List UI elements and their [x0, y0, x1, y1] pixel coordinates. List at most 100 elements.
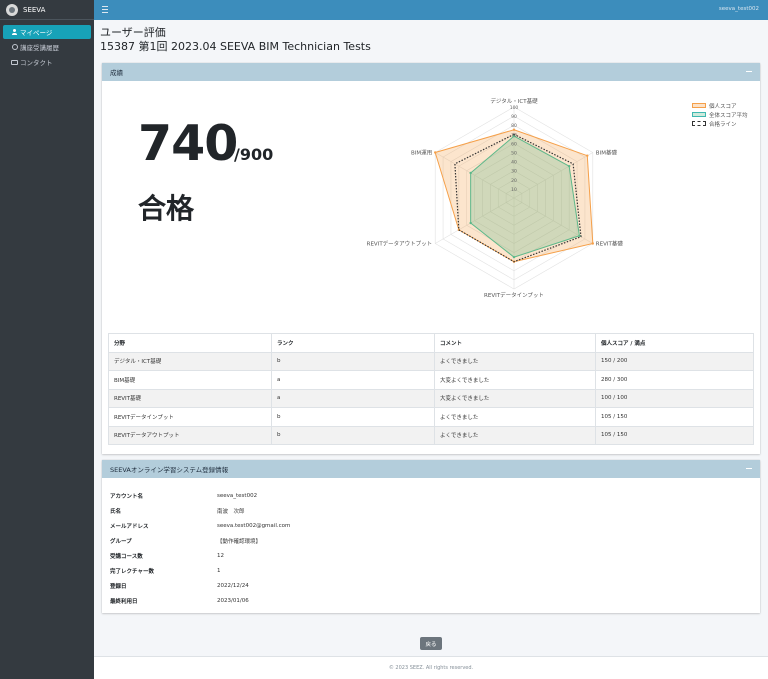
total-score: 740 [138, 115, 238, 172]
legend-label: 合格ライン [709, 121, 737, 128]
info-label: 完了レクチャー数 [110, 568, 154, 575]
page-title: ユーザー評価 [100, 26, 166, 39]
account-info: アカウント名 seeva_test002 氏名 南波 次郎 メールアドレス seeva… [110, 488, 290, 608]
radar-chart: 10 20 30 40 50 60 70 80 90 100デジタル・ICT基礎 BIM基礎 REVI… [367, 97, 624, 299]
mail-icon [11, 59, 18, 65]
info-row: 受講コース数 12 [110, 548, 290, 563]
info-label: アカウント名 [110, 493, 144, 500]
tick-label: 30 [511, 169, 517, 175]
info-label: 登録日 [110, 583, 127, 590]
info-value: 2023/01/06 [217, 597, 249, 604]
legend-item[interactable]: 個人スコア [692, 101, 748, 110]
info-value: seeva.test002@gmail.com [217, 522, 291, 529]
axis-label: BIM基礎 [596, 149, 618, 157]
table-cell: REVIT基礎 [108, 388, 272, 408]
menu-toggle-icon[interactable] [102, 6, 108, 13]
table-cell: REVITデータアウトプット [108, 425, 272, 445]
back-button[interactable]: 戻る [420, 637, 442, 650]
tick-label: 50 [511, 151, 517, 157]
table-row: REVITデータインプット b よくできました 105 / 150 [108, 407, 754, 427]
table-row: デジタル・ICT基礎 b よくできました 150 / 200 [108, 351, 754, 371]
info-label: 氏名 [110, 508, 122, 515]
table-cell: a [271, 388, 435, 408]
series-2-point [567, 164, 571, 168]
tick-label: 60 [511, 141, 517, 147]
info-value: seeva_test002 [217, 492, 258, 499]
info-value: 南波 次郎 [217, 508, 245, 515]
table-cell: b [271, 425, 435, 445]
results-card: 成績 740 /900 合格 10 20 30 40 50 60 70 80 90 100 デジタル… [102, 63, 760, 454]
user-menu[interactable]: seeva_test002 [719, 6, 759, 12]
sidebar-item-contact[interactable]: コンタクト [3, 55, 91, 69]
series-2-point [512, 255, 516, 259]
table-cell: よくできました [434, 425, 596, 445]
table-row: BIM基礎 a 大変よくできました 280 / 300 [108, 370, 754, 390]
series-2-point [469, 171, 472, 175]
results-card-header: 成績 [102, 63, 760, 81]
brand-logo-icon [6, 3, 18, 16]
info-row: 最終利用日 2023/01/06 [110, 593, 290, 608]
legend-item[interactable]: 全体スコア平均 [692, 110, 748, 119]
score-max: /900 [234, 145, 274, 164]
table-cell: よくできました [434, 407, 596, 427]
score-table: 分野 ランク コメント 個人スコア / 満点 デジタル・ICT基礎 b よくでき… [108, 333, 754, 445]
info-row: グループ 【動作確認環境】 [110, 533, 290, 548]
tick-label: 100 [510, 105, 519, 111]
sidebar-item-history[interactable]: 講座受講履歴 [3, 40, 91, 54]
series-1-point [586, 154, 589, 157]
table-cell: 100 / 100 [595, 388, 754, 408]
table-cell: REVITデータインプット [108, 407, 272, 427]
table-cell: デジタル・ICT基礎 [108, 351, 272, 371]
table-header-row: 分野 ランク コメント 個人スコア / 満点 [108, 333, 754, 353]
axis-label: デジタル・ICT基礎 [490, 97, 538, 105]
sidebar-item-label: コンタクト [20, 59, 53, 67]
info-label: グループ [110, 538, 132, 545]
collapse-icon[interactable] [746, 68, 752, 76]
pass-status: 合格 [138, 192, 195, 225]
info-label: 最終利用日 [110, 598, 138, 605]
sidebar-item-mypage[interactable]: マイページ [3, 25, 91, 39]
table-row: REVITデータアウトプット b よくできました 105 / 150 [108, 425, 754, 445]
axis-label: REVIT基礎 [596, 240, 624, 248]
info-row: アカウント名 seeva_test002 [110, 488, 290, 503]
axis-label: REVITデータアウトプット [367, 240, 433, 248]
info-row: 氏名 南波 次郎 [110, 503, 290, 518]
history-icon [11, 44, 18, 50]
tick-label: 70 [511, 132, 517, 138]
info-row: 登録日 2022/12/24 [110, 578, 290, 593]
table-cell: 105 / 150 [595, 425, 754, 445]
info-value: 2022/12/24 [217, 582, 249, 589]
info-value: 1 [217, 567, 221, 574]
legend-item[interactable]: 合格ライン [692, 119, 748, 128]
account-card-header: SEEVAオンライン学習システム登録情報 [102, 460, 760, 478]
table-cell: 150 / 200 [595, 351, 754, 371]
legend-swatch [692, 112, 706, 117]
tick-label: 80 [511, 123, 517, 129]
column-header: 個人スコア / 満点 [595, 333, 754, 353]
tick-label: 20 [511, 178, 517, 184]
column-header: コメント [434, 333, 596, 353]
table-cell: 105 / 150 [595, 407, 754, 427]
column-header: ランク [271, 333, 435, 353]
axis-label: BIM運用 [411, 150, 432, 157]
user-icon [11, 29, 18, 35]
table-cell: 大変よくできました [434, 388, 596, 408]
collapse-icon[interactable] [746, 465, 752, 473]
account-card: SEEVAオンライン学習システム登録情報 アカウント名 seeva_test002… [102, 460, 760, 613]
sidebar: SEEVA マイページ 講座受講履歴 コンタクト [0, 0, 94, 679]
page-subtitle: 15387 第1回 2023.04 SEEVA BIM Technician T… [100, 40, 371, 53]
info-value: 【動作確認環境】 [217, 538, 262, 545]
table-cell: 大変よくできました [434, 370, 596, 390]
axis-label: REVITデータインプット [484, 291, 544, 299]
topbar: seeva_test002 [94, 0, 768, 20]
legend-swatch [692, 121, 706, 126]
sidebar-nav: マイページ 講座受講履歴 コンタクト [0, 20, 94, 69]
footer: © 2023 SEEZ. All rights reserved. [94, 656, 768, 679]
brand[interactable]: SEEVA [0, 0, 94, 20]
table-cell: b [271, 351, 435, 371]
chart-legend: 個人スコア 全体スコア平均 合格ライン [692, 101, 748, 128]
series-1-point [433, 151, 437, 154]
series-1-point [591, 242, 595, 245]
table-cell: b [271, 407, 435, 427]
info-label: 受講コース数 [110, 553, 143, 560]
